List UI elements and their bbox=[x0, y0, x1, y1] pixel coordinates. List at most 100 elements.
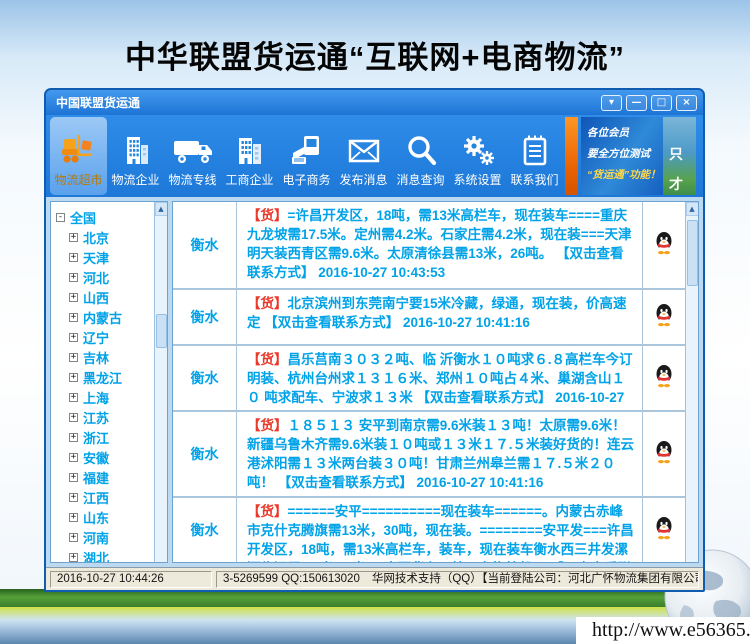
sidebar-item[interactable]: 浙江 bbox=[56, 427, 154, 447]
toolbar-item-contact-us[interactable]: 联系我们 bbox=[506, 117, 563, 195]
toolbar: 物流超市 物流企业 bbox=[46, 115, 703, 197]
expand-icon[interactable] bbox=[69, 353, 78, 362]
sidebar-item[interactable]: 北京 bbox=[56, 227, 154, 247]
forklift-icon bbox=[60, 130, 98, 166]
sidebar-item[interactable]: 福建 bbox=[56, 467, 154, 487]
sidebar-item-root[interactable]: 全国 bbox=[56, 207, 154, 227]
sidebar-item[interactable]: 湖北 bbox=[56, 547, 154, 562]
expand-icon[interactable] bbox=[69, 513, 78, 522]
scroll-up-icon[interactable]: ▲ bbox=[686, 202, 699, 216]
qq-penguin-icon[interactable] bbox=[654, 440, 674, 469]
scroll-up-icon[interactable]: ▲ bbox=[155, 202, 168, 216]
message-cell[interactable]: 【货】======安平==========现在装车======。内蒙古赤峰市克什… bbox=[237, 498, 643, 562]
sidebar-item[interactable]: 江西 bbox=[56, 487, 154, 507]
tree-scrollbar[interactable]: ▲ bbox=[154, 202, 167, 562]
city-cell: 衡水 bbox=[173, 202, 237, 288]
qq-cell[interactable] bbox=[643, 412, 685, 496]
scrollbar-thumb[interactable] bbox=[687, 220, 698, 286]
sidebar-item[interactable]: 河南 bbox=[56, 527, 154, 547]
toolbar-item-ecommerce[interactable]: 电子商务 bbox=[278, 117, 335, 195]
expand-icon[interactable] bbox=[69, 273, 78, 282]
toolbar-item-business-company[interactable]: 工商企业 bbox=[221, 117, 278, 195]
sidebar-item[interactable]: 安徽 bbox=[56, 447, 154, 467]
window-controls: ▾ — □ × bbox=[601, 95, 697, 111]
expand-icon[interactable] bbox=[69, 233, 78, 242]
side-banner[interactable]: 只 才 bbox=[663, 117, 696, 195]
sidebar-item-label: 江西 bbox=[83, 488, 109, 507]
expand-icon[interactable] bbox=[69, 393, 78, 402]
toolbar-item-label: 系统设置 bbox=[453, 171, 501, 188]
message-row[interactable]: 衡水 【货】昌乐莒南３０３２吨、临 沂衡水１０吨求６.８高栏车今订明装、杭州台州… bbox=[173, 346, 685, 412]
toolbar-item-message-search[interactable]: 消息查询 bbox=[392, 117, 449, 195]
qq-cell[interactable] bbox=[643, 290, 685, 344]
promo-line-3: “货运通”功能！ bbox=[587, 167, 659, 182]
expand-icon[interactable] bbox=[69, 533, 78, 542]
sidebar-item[interactable]: 辽宁 bbox=[56, 327, 154, 347]
scrollbar-thumb[interactable] bbox=[156, 314, 167, 348]
side-banner-char-1: 只 bbox=[669, 139, 696, 169]
sidebar-item[interactable]: 内蒙古 bbox=[56, 307, 154, 327]
message-row[interactable]: 衡水 【货】======安平==========现在装车======。内蒙古赤峰… bbox=[173, 498, 685, 562]
qq-penguin-icon[interactable] bbox=[654, 516, 674, 545]
expand-icon[interactable] bbox=[69, 453, 78, 462]
sidebar-item[interactable]: 河北 bbox=[56, 267, 154, 287]
promo-banner[interactable]: 各位会员 要全方位测试 “货运通”功能！ bbox=[581, 117, 663, 195]
list-scrollbar[interactable]: ▲ bbox=[685, 202, 698, 562]
cargo-tag: 【货】 bbox=[247, 418, 288, 433]
qq-penguin-icon[interactable] bbox=[654, 303, 674, 332]
toolbar-item-logistics-market[interactable]: 物流超市 bbox=[50, 117, 107, 195]
expand-icon[interactable] bbox=[69, 553, 78, 562]
message-cell[interactable]: 【货】=许昌开发区，18吨，需13米高栏车，现在装车====重庆九龙坡需17.5… bbox=[237, 202, 643, 288]
expand-icon[interactable] bbox=[69, 253, 78, 262]
sidebar-item-label: 浙江 bbox=[83, 428, 109, 447]
window-titlebar[interactable]: 中国联盟货运通 ▾ — □ × bbox=[46, 90, 703, 115]
expand-icon[interactable] bbox=[69, 473, 78, 482]
sidebar-item[interactable]: 山东 bbox=[56, 507, 154, 527]
sidebar-item-label: 全国 bbox=[70, 208, 96, 227]
toolbar-item-publish-message[interactable]: 发布消息 bbox=[335, 117, 392, 195]
cargo-tag: 【货】 bbox=[247, 208, 288, 223]
message-cell[interactable]: 【货】北京滨州到东莞南宁要15米冷藏，绿通，现在装，价高速定 【双击查看联系方式… bbox=[237, 290, 643, 344]
expand-icon[interactable] bbox=[69, 333, 78, 342]
toolbar-item-logistics-company[interactable]: 物流企业 bbox=[107, 117, 164, 195]
qq-cell[interactable] bbox=[643, 498, 685, 562]
toolbar-item-label: 联系我们 bbox=[510, 171, 558, 188]
message-row[interactable]: 衡水 【货】=许昌开发区，18吨，需13米高栏车，现在装车====重庆九龙坡需1… bbox=[173, 202, 685, 290]
status-id: 3-5269599 QQ:150613020 bbox=[223, 572, 360, 587]
message-row[interactable]: 衡水 【货】北京滨州到东莞南宁要15米冷藏，绿通，现在装，价高速定 【双击查看联… bbox=[173, 290, 685, 346]
sidebar-item[interactable]: 黑龙江 bbox=[56, 367, 154, 387]
collapse-icon[interactable] bbox=[56, 213, 65, 222]
sidebar-item[interactable]: 上海 bbox=[56, 387, 154, 407]
expand-icon[interactable] bbox=[69, 373, 78, 382]
message-cell[interactable]: 【货】昌乐莒南３０３２吨、临 沂衡水１０吨求６.８高栏车今订明装、杭州台州求１３… bbox=[237, 346, 643, 410]
sidebar-item[interactable]: 吉林 bbox=[56, 347, 154, 367]
sidebar-item[interactable]: 江苏 bbox=[56, 407, 154, 427]
maximize-icon[interactable]: □ bbox=[651, 95, 672, 111]
qq-penguin-icon[interactable] bbox=[654, 231, 674, 260]
expand-icon[interactable] bbox=[69, 313, 78, 322]
sidebar-item[interactable]: 天津 bbox=[56, 247, 154, 267]
sidebar-item[interactable]: 山西 bbox=[56, 287, 154, 307]
window-title: 中国联盟货运通 bbox=[56, 94, 140, 111]
message-cell[interactable]: 【货】１８５１３ 安平到南京需9.6米装１３吨！太原需9.6米！新疆乌鲁木齐需9… bbox=[237, 412, 643, 496]
side-banner-char-2: 才 bbox=[669, 169, 696, 195]
expand-icon[interactable] bbox=[69, 493, 78, 502]
qq-cell[interactable] bbox=[643, 202, 685, 288]
qq-cell[interactable] bbox=[643, 346, 685, 410]
expand-icon[interactable] bbox=[69, 293, 78, 302]
toolbar-item-system-settings[interactable]: 系统设置 bbox=[449, 117, 506, 195]
app-window: 中国联盟货运通 ▾ — □ × bbox=[44, 88, 705, 592]
pulldown-icon[interactable]: ▾ bbox=[601, 95, 622, 111]
message-text: １８５１３ 安平到南京需9.6米装１３吨！太原需9.6米！新疆乌鲁木齐需9.6米… bbox=[247, 418, 634, 490]
message-row[interactable]: 衡水 【货】１８５１３ 安平到南京需9.6米装１３吨！太原需9.6米！新疆乌鲁木… bbox=[173, 412, 685, 498]
sidebar-item-label: 上海 bbox=[83, 388, 109, 407]
toolbar-item-logistics-line[interactable]: 物流专线 bbox=[164, 117, 221, 195]
promo-line-1: 各位会员 bbox=[587, 125, 659, 140]
close-icon[interactable]: × bbox=[676, 95, 697, 111]
minimize-icon[interactable]: — bbox=[626, 95, 647, 111]
expand-icon[interactable] bbox=[69, 433, 78, 442]
toolbar-item-label: 工商企业 bbox=[225, 171, 273, 188]
expand-icon[interactable] bbox=[69, 413, 78, 422]
qq-penguin-icon[interactable] bbox=[654, 364, 674, 393]
message-text: =许昌开发区，18吨，需13米高栏车，现在装车====重庆九龙坡需17.5米。定… bbox=[247, 208, 631, 280]
